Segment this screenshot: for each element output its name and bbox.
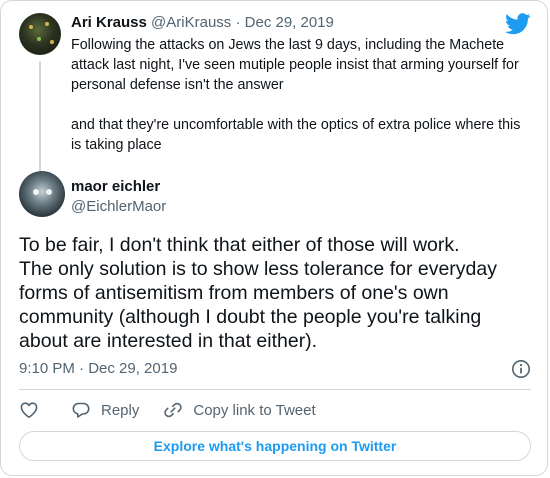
link-icon — [164, 402, 183, 418]
info-icon[interactable] — [511, 359, 531, 379]
tweet-author[interactable]: maor eichler @EichlerMaor — [19, 171, 531, 221]
author-handle[interactable]: @EichlerMaor — [71, 197, 166, 217]
embedded-tweet-card: Ari Krauss @AriKrauss · Dec 29, 2019 Fol… — [0, 0, 548, 476]
parent-tweet-header: Ari Krauss @AriKrauss · Dec 29, 2019 — [71, 13, 531, 33]
heart-icon — [20, 402, 38, 418]
twitter-bird-icon[interactable] — [505, 13, 531, 35]
parent-tweet-body: Ari Krauss @AriKrauss · Dec 29, 2019 Fol… — [71, 13, 531, 175]
header-separator: · — [235, 14, 241, 31]
parent-display-name[interactable]: Ari Krauss — [71, 14, 147, 31]
tweet-text: To be fair, I don't think that either of… — [19, 234, 497, 352]
like-button[interactable] — [19, 400, 39, 420]
explore-twitter-button[interactable]: Explore what's happening on Twitter — [19, 431, 531, 461]
parent-avatar[interactable] — [19, 13, 61, 55]
copy-link-label: Copy link to Tweet — [193, 401, 316, 419]
parent-date[interactable]: Dec 29, 2019 — [245, 14, 334, 31]
copy-link-button[interactable]: Copy link to Tweet — [163, 400, 316, 420]
parent-tweet-text: Following the attacks on Jews the last 9… — [71, 35, 531, 155]
tweet-actions: Reply Copy link to Tweet — [19, 399, 316, 421]
author-avatar[interactable] — [19, 171, 65, 217]
reply-button[interactable]: Reply — [71, 400, 139, 420]
parent-handle[interactable]: @AriKrauss — [151, 14, 231, 31]
author-display-name[interactable]: maor eichler — [71, 177, 160, 197]
reply-label: Reply — [101, 401, 140, 419]
tweet-timestamp[interactable]: 9:10 PM · Dec 29, 2019 — [19, 359, 177, 379]
reply-icon — [72, 402, 90, 418]
parent-paragraph: and that they're uncomfortable with the … — [71, 117, 521, 153]
divider — [19, 389, 531, 390]
thread-connector-line — [39, 61, 41, 179]
parent-paragraph: Following the attacks on Jews the last 9… — [71, 37, 519, 93]
